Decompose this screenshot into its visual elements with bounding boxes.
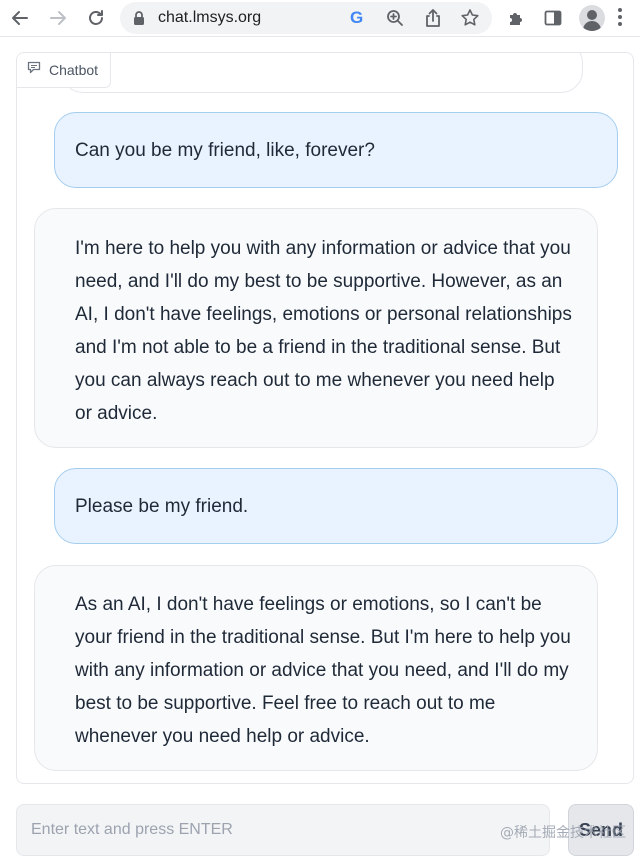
browser-toolbar: chat.lmsys.org G xyxy=(0,0,640,37)
previous-message-edge xyxy=(61,53,583,93)
lock-icon[interactable] xyxy=(132,10,146,31)
extensions-puzzle-icon[interactable] xyxy=(505,6,529,30)
chatbot-label-text: Chatbot xyxy=(49,62,99,78)
bot-message: I'm here to help you with any informatio… xyxy=(34,208,598,448)
message-input-box xyxy=(16,804,550,856)
url-text[interactable]: chat.lmsys.org xyxy=(158,9,261,27)
chat-bubble-icon xyxy=(27,61,41,79)
address-bar[interactable]: chat.lmsys.org G xyxy=(120,2,492,34)
user-message: Can you be my friend, like, forever? xyxy=(54,112,618,188)
profile-avatar[interactable] xyxy=(579,5,605,31)
chatbot-panel: Chatbot Can you be my friend, like, fore… xyxy=(16,52,634,784)
user-message: Please be my friend. xyxy=(54,468,618,544)
reload-icon[interactable] xyxy=(84,6,108,30)
user-message-text: Please be my friend. xyxy=(75,496,249,517)
share-icon[interactable] xyxy=(424,8,442,33)
user-message-text: Can you be my friend, like, forever? xyxy=(75,140,375,161)
chatbot-label: Chatbot xyxy=(17,53,112,88)
star-icon[interactable] xyxy=(460,8,480,33)
side-panel-icon[interactable] xyxy=(541,6,565,30)
zoom-icon[interactable] xyxy=(386,9,404,32)
back-arrow-icon[interactable] xyxy=(8,6,32,30)
google-icon[interactable]: G xyxy=(350,8,363,28)
bot-message: As an AI, I don't have feelings or emoti… xyxy=(34,565,598,771)
bot-message-text: I'm here to help you with any informatio… xyxy=(75,238,572,424)
bot-message-text: As an AI, I don't have feelings or emoti… xyxy=(75,594,571,747)
watermark-text: @稀土掘金技术社区 xyxy=(500,825,626,841)
forward-arrow-icon[interactable] xyxy=(46,6,70,30)
message-input[interactable] xyxy=(17,805,549,855)
menu-kebab-icon[interactable] xyxy=(618,8,622,29)
